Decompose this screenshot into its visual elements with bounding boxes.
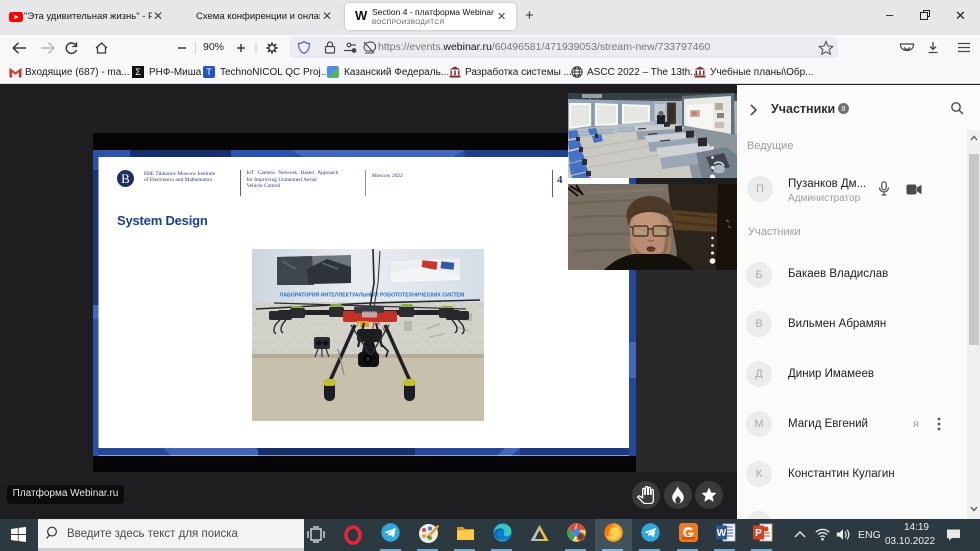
svg-text:P: P: [755, 528, 762, 539]
svg-text:W: W: [717, 528, 727, 539]
